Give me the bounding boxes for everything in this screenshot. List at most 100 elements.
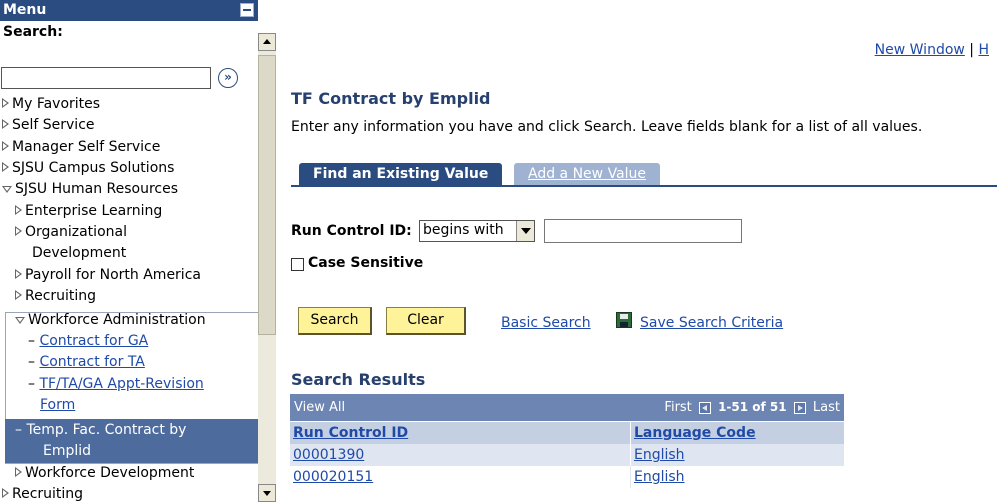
last-link[interactable]: Last xyxy=(813,400,840,415)
menu-scrollbar[interactable] xyxy=(258,33,276,502)
menu-item-workforce-development[interactable]: Workforce Development xyxy=(15,465,194,481)
language-code-cell[interactable]: English xyxy=(634,466,685,488)
run-control-operator-select[interactable]: begins with xyxy=(419,220,535,242)
grid-header-row: Run Control ID Language Code xyxy=(290,422,844,444)
menu-item-temp-fac-contract-selected[interactable]: – Temp. Fac. Contract by Emplid xyxy=(5,419,258,463)
language-code-cell[interactable]: English xyxy=(634,444,685,466)
menu-item-recruiting[interactable]: Recruiting xyxy=(2,486,83,502)
tab-find-existing-value[interactable]: Find an Existing Value xyxy=(299,163,503,185)
menu-item-label: SJSU Human Resources xyxy=(15,181,179,197)
column-divider xyxy=(630,466,631,488)
expand-arrow-icon xyxy=(15,290,22,300)
case-sensitive-checkbox[interactable] xyxy=(291,258,304,271)
basic-search-link[interactable]: Basic Search xyxy=(501,315,591,331)
go-arrow-icon[interactable]: » xyxy=(218,68,238,88)
save-disk-icon[interactable] xyxy=(616,312,632,328)
column-divider xyxy=(630,444,631,466)
tab-add-label: Add a New Value xyxy=(528,166,647,182)
row-count: 1-51 of 51 xyxy=(718,400,787,414)
menu-item-label: Recruiting xyxy=(12,486,84,502)
view-all-link[interactable]: View All xyxy=(294,400,345,415)
menu-item-label: Manager Self Service xyxy=(12,139,161,155)
save-search-criteria-link[interactable]: Save Search Criteria xyxy=(640,315,783,331)
menu-item-label: Recruiting xyxy=(25,288,97,304)
table-row[interactable]: 000020151 English xyxy=(290,466,844,488)
instructions-text: Enter any information you have and click… xyxy=(291,119,923,135)
menu-item-label: Self Service xyxy=(12,117,95,133)
menu-item-enterprise-learning[interactable]: Enterprise Learning xyxy=(15,203,162,219)
new-window-link[interactable]: New Window xyxy=(875,42,965,58)
clear-button[interactable]: Clear xyxy=(386,307,466,335)
menu-link-label[interactable]: Contract for GA xyxy=(39,333,148,349)
menu-item-label: My Favorites xyxy=(12,96,101,112)
search-results-grid: View All First 1-51 of 51 Last Run Contr… xyxy=(290,394,844,502)
page-title: TF Contract by Emplid xyxy=(291,89,491,108)
first-link[interactable]: First xyxy=(664,400,691,415)
menu-link-contract-for-ta[interactable]: – Contract for TA xyxy=(28,354,145,370)
menu-link-contract-for-ga[interactable]: – Contract for GA xyxy=(28,333,148,349)
menu-item-my-favorites[interactable]: My Favorites xyxy=(2,96,100,112)
menu-item-sjsu-human-resources[interactable]: SJSU Human Resources xyxy=(2,181,178,197)
grid-navigation-bar: View All First 1-51 of 51 Last xyxy=(290,394,844,421)
grid-pager: First 1-51 of 51 Last xyxy=(664,400,840,415)
menu-title: Menu xyxy=(3,2,47,18)
menu-item-label-continued: Emplid xyxy=(43,443,92,459)
tab-add-new-value[interactable]: Add a New Value xyxy=(514,163,661,185)
next-arrow-icon[interactable] xyxy=(793,401,806,414)
menu-link-label[interactable]: Contract for TA xyxy=(39,354,144,370)
run-control-id-cell[interactable]: 000020151 xyxy=(293,466,373,488)
expand-arrow-icon xyxy=(2,162,9,172)
menu-item-label: Enterprise Learning xyxy=(25,203,163,219)
menu-item-workforce-administration[interactable]: Workforce Administration xyxy=(15,312,206,328)
collapse-arrow-icon xyxy=(15,316,25,324)
search-button[interactable]: Search xyxy=(298,307,372,335)
table-row[interactable]: 00001390 English xyxy=(290,444,844,466)
menu-search-input[interactable] xyxy=(1,67,211,89)
scrollbar-thumb[interactable] xyxy=(258,55,276,335)
scroll-up-arrow-icon[interactable] xyxy=(258,33,276,51)
tab-divider xyxy=(291,185,997,187)
help-link[interactable]: H xyxy=(978,42,989,58)
operator-value: begins with xyxy=(423,222,504,238)
menu-link-tf-ta-ga-appt-revision-cont[interactable]: Form xyxy=(40,397,75,413)
expand-arrow-icon xyxy=(2,141,9,151)
menu-item-self-service[interactable]: Self Service xyxy=(2,117,95,133)
menu-link-label[interactable]: TF/TA/GA Appt-Revision xyxy=(39,376,203,392)
menu-item-manager-self-service[interactable]: Manager Self Service xyxy=(2,139,160,155)
run-control-id-input[interactable] xyxy=(544,219,742,243)
column-divider xyxy=(630,422,631,444)
menu-item-organizational-development[interactable]: Organizational xyxy=(15,224,127,240)
collapse-menu-button[interactable] xyxy=(240,3,254,17)
menu-item-label-continued[interactable]: Development xyxy=(32,245,126,261)
navigation-menu: Menu Search: » My Favorites Self Service… xyxy=(0,0,258,502)
menu-link-label[interactable]: Form xyxy=(40,397,75,413)
dropdown-arrow-icon[interactable] xyxy=(516,221,534,241)
run-control-id-cell[interactable]: 00001390 xyxy=(293,444,364,466)
column-header-language-code[interactable]: Language Code xyxy=(634,422,756,444)
expand-arrow-icon xyxy=(15,269,22,279)
link-separator: | xyxy=(969,42,975,58)
menu-item-label: Workforce Development xyxy=(25,465,195,481)
main-content: New Window | H TF Contract by Emplid Ent… xyxy=(276,0,997,502)
column-header-run-control-id[interactable]: Run Control ID xyxy=(293,422,408,444)
menu-item-payroll-for-north-america[interactable]: Payroll for North America xyxy=(15,267,201,283)
menu-item-label: Organizational xyxy=(25,224,127,240)
menu-link-tf-ta-ga-appt-revision[interactable]: – TF/TA/GA Appt-Revision xyxy=(28,376,204,392)
expand-arrow-icon xyxy=(2,119,9,129)
scroll-down-arrow-icon[interactable] xyxy=(258,484,276,502)
menu-item-label: Workforce Administration xyxy=(28,312,206,328)
menu-header: Menu xyxy=(0,0,258,21)
previous-arrow-icon[interactable] xyxy=(698,401,711,414)
expand-arrow-icon xyxy=(2,98,9,108)
menu-search-label: Search: xyxy=(3,24,63,40)
expand-arrow-icon xyxy=(15,467,22,477)
expand-arrow-icon xyxy=(15,205,22,215)
collapse-arrow-icon xyxy=(2,185,12,193)
case-sensitive-label: Case Sensitive xyxy=(308,255,424,271)
menu-item-label: – Temp. Fac. Contract by xyxy=(15,422,187,438)
menu-item-label: Payroll for North America xyxy=(25,267,201,283)
expand-arrow-icon xyxy=(15,226,22,236)
menu-item-recruiting-hr[interactable]: Recruiting xyxy=(15,288,96,304)
menu-item-sjsu-campus-solutions[interactable]: SJSU Campus Solutions xyxy=(2,160,174,176)
expand-arrow-icon xyxy=(2,488,9,498)
